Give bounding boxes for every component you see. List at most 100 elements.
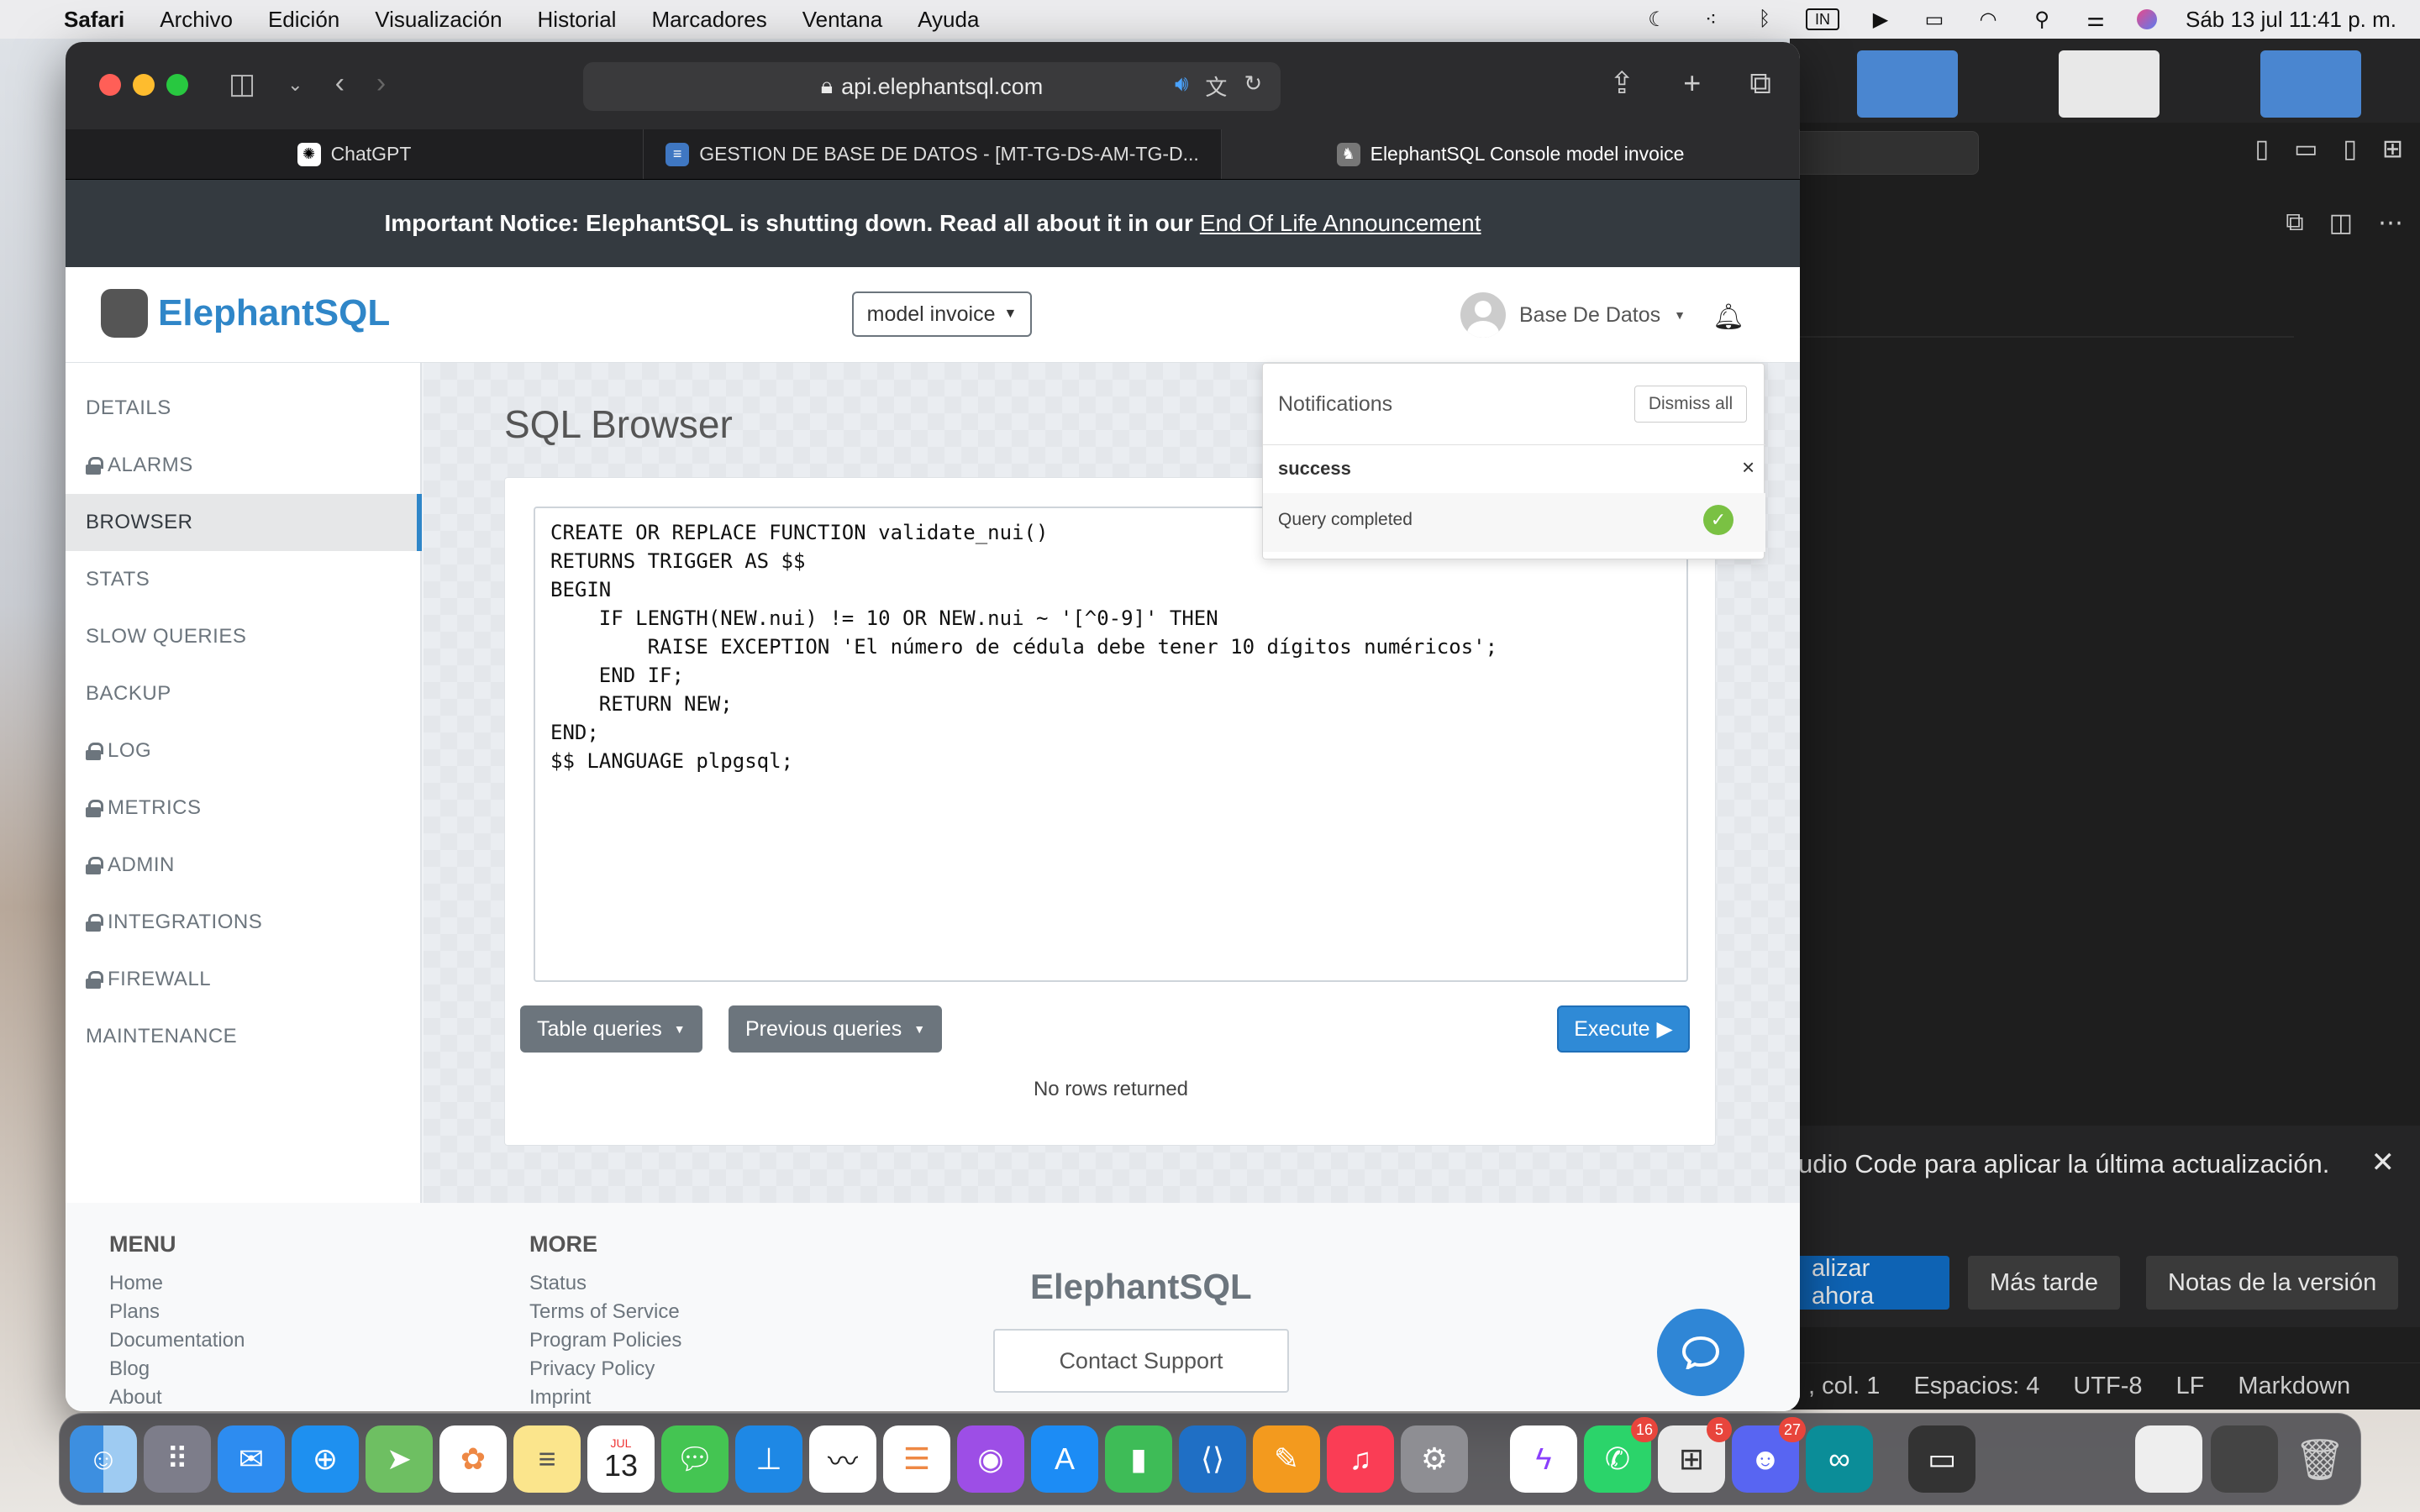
minimized-window-icon[interactable] xyxy=(2018,1425,2085,1493)
zoom-window-button[interactable] xyxy=(166,74,188,96)
footer-link-blog[interactable]: Blog xyxy=(109,1357,150,1381)
launchpad-icon[interactable]: ⠿ xyxy=(144,1425,211,1493)
wifi-icon[interactable]: ◠ xyxy=(1975,8,2001,31)
pages-icon[interactable]: ✎ xyxy=(1253,1425,1320,1493)
sidebar-item-admin[interactable]: ADMIN xyxy=(66,837,422,894)
bell-icon[interactable]: 🔔︎ xyxy=(1712,302,1744,332)
mail-icon[interactable]: ✉ xyxy=(218,1425,285,1493)
sidebar-item-slow-queries[interactable]: SLOW QUERIES xyxy=(66,608,422,665)
siri-icon[interactable] xyxy=(2136,9,2157,29)
footer-link-program-policies[interactable]: Program Policies xyxy=(529,1329,681,1352)
clock-datetime[interactable]: Sáb 13 jul 11:41 p. m. xyxy=(2186,7,2396,33)
menu-ayuda[interactable]: Ayuda xyxy=(918,7,979,33)
discord-icon[interactable]: ☻ 27 xyxy=(1732,1417,1806,1493)
panel-toggle-icon[interactable]: ▭ xyxy=(2294,134,2317,164)
tab-elephantsql[interactable]: ♞ ElephantSQL Console model invoice xyxy=(1222,129,1800,179)
trash-icon[interactable]: 🗑︎ xyxy=(2286,1425,2354,1493)
podcasts-icon[interactable]: ◉ xyxy=(957,1425,1024,1493)
bluetooth-icon[interactable]: ᛒ xyxy=(1752,8,1777,30)
sidebar-item-maintenance[interactable]: MAINTENANCE xyxy=(66,1008,422,1065)
sidebar-item-alarms[interactable]: ALARMS xyxy=(66,437,422,494)
photos-icon[interactable]: ✿ xyxy=(439,1425,507,1493)
execute-button[interactable]: Execute ▶ xyxy=(1557,1005,1690,1053)
menu-visualizacion[interactable]: Visualización xyxy=(375,7,502,33)
tab-gestion-base-datos[interactable]: ≡ GESTION DE BASE DE DATOS - [MT-TG-DS-A… xyxy=(644,129,1222,179)
calendar-icon[interactable]: JUL 13 xyxy=(587,1425,655,1493)
elephantsql-logo[interactable]: ElephantSQL xyxy=(101,289,390,338)
minimized-window-icon[interactable]: ▭ xyxy=(1908,1425,1975,1493)
footer-link-plans[interactable]: Plans xyxy=(109,1300,160,1324)
footer-link-about[interactable]: About xyxy=(109,1386,162,1410)
app-store-icon[interactable]: A xyxy=(1031,1425,1098,1493)
arduino-icon[interactable]: ∞ xyxy=(1806,1425,1873,1493)
footer-link-terms[interactable]: Terms of Service xyxy=(529,1300,680,1324)
footer-link-home[interactable]: Home xyxy=(109,1272,163,1295)
menu-marcadores[interactable]: Marcadores xyxy=(651,7,766,33)
footer-link-imprint[interactable]: Imprint xyxy=(529,1386,591,1410)
more-icon[interactable]: ⋯ xyxy=(2378,208,2403,238)
forward-icon[interactable]: › xyxy=(376,67,386,101)
music-icon[interactable]: ♫ xyxy=(1327,1425,1394,1493)
chevron-down-icon[interactable]: ⌄ xyxy=(287,74,302,101)
messenger-icon[interactable]: ϟ xyxy=(1510,1425,1577,1493)
minimized-window-icon[interactable] xyxy=(2135,1425,2202,1493)
minimized-window-icon[interactable] xyxy=(2211,1425,2278,1493)
cursor-position[interactable]: , col. 1 xyxy=(1808,1373,1880,1400)
play-icon[interactable]: ▶ xyxy=(1868,8,1893,31)
settings-icon[interactable]: ⚙ xyxy=(1401,1425,1468,1493)
battery-icon[interactable]: ▭ xyxy=(1922,8,1947,31)
translate-icon[interactable]: 文 xyxy=(1205,71,1227,102)
indentation[interactable]: Espacios: 4 xyxy=(1913,1373,2039,1400)
sidebar-item-log[interactable]: LOG xyxy=(66,722,422,780)
previous-queries-dropdown[interactable]: Previous queries ▼ xyxy=(729,1005,943,1053)
sidebar-item-stats[interactable]: STATS xyxy=(66,551,422,608)
release-notes-button[interactable]: Notas de la versión xyxy=(2146,1256,2399,1310)
tab-overview-icon[interactable]: ⧉ xyxy=(1749,66,1771,102)
sidebar-item-browser[interactable]: BROWSER xyxy=(66,494,422,551)
table-queries-dropdown[interactable]: Table queries ▼ xyxy=(520,1005,702,1053)
sidebar-item-metrics[interactable]: METRICS xyxy=(66,780,422,837)
later-button[interactable]: Más tarde xyxy=(1968,1256,2120,1310)
close-icon[interactable]: × xyxy=(1742,454,1754,480)
user-menu[interactable]: Base De Datos ▼ xyxy=(1460,292,1686,338)
safari-icon[interactable]: ⊕ xyxy=(292,1425,359,1493)
language-mode[interactable]: Markdown xyxy=(2238,1373,2350,1400)
freeform-icon[interactable]: 〰 xyxy=(809,1425,876,1493)
menu-archivo[interactable]: Archivo xyxy=(160,7,233,33)
focus-moon-icon[interactable]: ☾ xyxy=(1644,8,1670,31)
dismiss-all-button[interactable]: Dismiss all xyxy=(1634,386,1747,423)
vscode-icon[interactable]: ⟨⟩ xyxy=(1179,1425,1246,1493)
sidebar-item-firewall[interactable]: FIREWALL xyxy=(66,951,422,1008)
tab-chatgpt[interactable]: ✺ ChatGPT xyxy=(66,129,644,179)
menu-app[interactable]: Safari xyxy=(64,7,124,33)
maps-icon[interactable]: ➤ xyxy=(366,1425,433,1493)
sidebar-toggle-icon[interactable]: ▯ xyxy=(2254,134,2269,164)
messages-icon[interactable]: 💬︎ xyxy=(661,1425,729,1493)
footer-link-privacy[interactable]: Privacy Policy xyxy=(529,1357,655,1381)
line-ending[interactable]: LF xyxy=(2176,1373,2205,1400)
installer-icon[interactable]: ⊞ 5 xyxy=(1658,1417,1732,1493)
secondary-sidebar-icon[interactable]: ▯ xyxy=(2343,134,2357,164)
sql-query-editor[interactable]: CREATE OR REPLACE FUNCTION validate_nui(… xyxy=(534,507,1688,982)
contact-support-button[interactable]: Contact Support xyxy=(993,1329,1289,1393)
whatsapp-icon[interactable]: ✆ 16 xyxy=(1584,1417,1658,1493)
close-window-button[interactable] xyxy=(99,74,121,96)
menu-edicion[interactable]: Edición xyxy=(268,7,339,33)
reminders-icon[interactable]: ☰ xyxy=(883,1425,950,1493)
control-center-icon[interactable]: ⚌ xyxy=(2083,8,2108,31)
audio-icon[interactable]: 🔊︎ xyxy=(1175,71,1188,102)
footer-link-status[interactable]: Status xyxy=(529,1272,587,1295)
update-now-button[interactable]: alizar ahora xyxy=(1790,1255,1949,1310)
menu-ventana[interactable]: Ventana xyxy=(802,7,882,33)
eol-announcement-link[interactable]: End Of Life Announcement xyxy=(1200,210,1481,237)
encoding[interactable]: UTF-8 xyxy=(2073,1373,2142,1400)
close-icon[interactable]: ✕ xyxy=(2371,1146,2396,1179)
sidebar-item-backup[interactable]: BACKUP xyxy=(66,665,422,722)
vscode-search-box[interactable] xyxy=(1790,131,1979,175)
preview-icon[interactable]: ⧉ xyxy=(2286,208,2303,238)
split-editor-icon[interactable]: ◫ xyxy=(2329,208,2353,238)
finder-icon[interactable]: ☺ xyxy=(70,1425,137,1493)
numbers-icon[interactable]: ▮ xyxy=(1105,1425,1172,1493)
back-icon[interactable]: ‹ xyxy=(335,67,345,101)
footer-link-documentation[interactable]: Documentation xyxy=(109,1329,245,1352)
